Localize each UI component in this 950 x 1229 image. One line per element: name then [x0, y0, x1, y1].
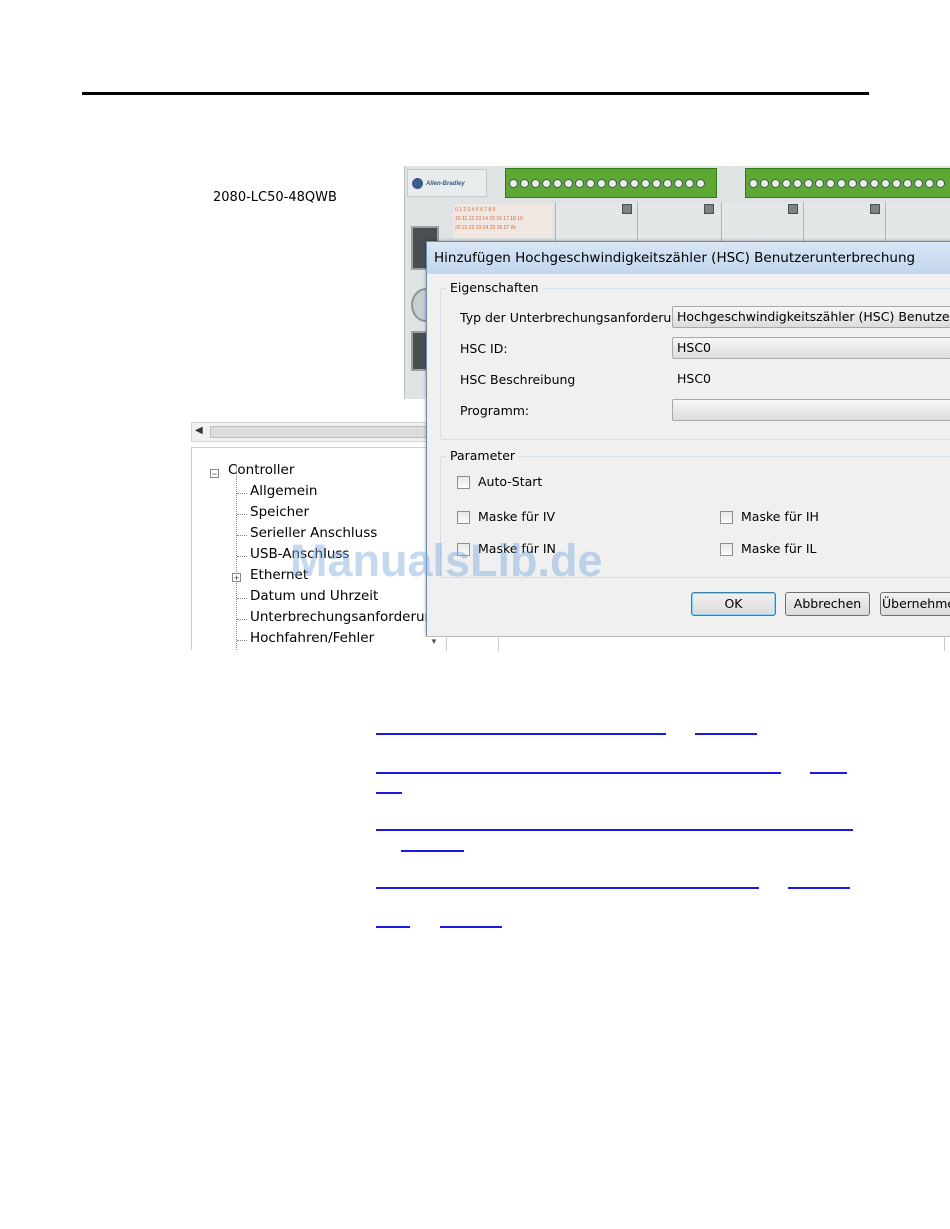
terminal-screw [870, 179, 879, 188]
page-top-rule [82, 92, 869, 95]
parameters-group-title: Parameter [447, 448, 519, 463]
terminal-screw [760, 179, 769, 188]
terminal-screw [575, 179, 584, 188]
hw-slot [885, 202, 950, 242]
mask-il-label: Maske für IL [741, 541, 817, 556]
auto-start-checkbox[interactable] [457, 476, 470, 489]
terminal-block-2 [745, 168, 950, 198]
tree-item-controller[interactable]: Controller [228, 462, 294, 482]
hsc-description-field[interactable]: HSC0 [672, 368, 950, 390]
link-underline[interactable] [401, 850, 464, 852]
link-underline[interactable] [376, 772, 781, 774]
allen-bradley-logo: Allen-Bradley [407, 169, 487, 197]
link-underline[interactable] [376, 887, 759, 889]
ok-button[interactable]: OK [691, 592, 776, 616]
terminal-screw [520, 179, 529, 188]
terminal-screw [619, 179, 628, 188]
auto-start-checkbox-row[interactable]: Auto-Start [457, 474, 542, 490]
terminal-screw [782, 179, 791, 188]
tree-item-unterbrechungsanforderung[interactable]: Unterbrechungsanforderung [250, 609, 430, 629]
terminal-screw [771, 179, 780, 188]
tree-item-datum-und-uhrzeit[interactable]: Datum und Uhrzeit [250, 588, 378, 608]
controller-model-label: 2080-LC50-48QWB [213, 190, 337, 205]
terminal-screw [892, 179, 901, 188]
link-underline[interactable] [376, 792, 402, 794]
terminal-screw [815, 179, 824, 188]
link-underline[interactable] [376, 733, 666, 735]
terminal-screw [804, 179, 813, 188]
terminal-screw [641, 179, 650, 188]
terminal-screw [881, 179, 890, 188]
terminal-screw [848, 179, 857, 188]
horizontal-scrollbar[interactable]: ◀ [191, 422, 430, 442]
terminal-screw [597, 179, 606, 188]
terminal-screw [903, 179, 912, 188]
terminal-screw [542, 179, 551, 188]
terminal-screw [531, 179, 540, 188]
terminal-screw [674, 179, 683, 188]
mask-iv-label: Maske für IV [478, 509, 556, 524]
scrollbar-thumb[interactable] [210, 426, 430, 438]
hsc-description-label: HSC Beschreibung [460, 372, 576, 387]
cancel-button[interactable]: Abbrechen [785, 592, 870, 616]
tree-item-speicher[interactable]: Speicher [250, 504, 309, 524]
terminal-screw [564, 179, 573, 188]
dialog-title: Hinzufügen Hochgeschwindigkeitszähler (H… [427, 242, 950, 274]
terminal-screw [936, 179, 945, 188]
hsc-id-label: HSC ID: [460, 341, 508, 356]
collapse-icon[interactable]: − [210, 469, 219, 479]
expand-icon[interactable]: + [232, 573, 241, 583]
mask-iv-checkbox-row[interactable]: Maske für IV [457, 509, 555, 525]
hw-slot [555, 202, 638, 242]
terminal-screw [826, 179, 835, 188]
terminal-screw [696, 179, 705, 188]
interrupt-type-label: Typ der Unterbrechungsanforderung [460, 310, 688, 325]
link-underline[interactable] [440, 926, 502, 928]
mask-ih-checkbox[interactable] [720, 511, 733, 524]
background-grid-strip: ▼ [426, 636, 950, 651]
link-underline[interactable] [376, 829, 853, 831]
terminal-screw [663, 179, 672, 188]
program-select[interactable] [672, 399, 950, 421]
link-underline[interactable] [788, 887, 850, 889]
link-underline[interactable] [376, 926, 410, 928]
mask-il-checkbox-row[interactable]: Maske für IL [720, 541, 817, 557]
properties-group-title: Eigenschaften [447, 280, 542, 295]
terminal-block-1 [505, 168, 717, 198]
scroll-left-icon[interactable]: ◀ [195, 425, 203, 436]
terminal-screw [608, 179, 617, 188]
mask-iv-checkbox[interactable] [457, 511, 470, 524]
interrupt-type-select[interactable]: Hochgeschwindigkeitszähler (HSC) Benutze… [672, 306, 950, 328]
terminal-screw [914, 179, 923, 188]
terminal-screw [509, 179, 518, 188]
terminal-screw [553, 179, 562, 188]
program-label: Programm: [460, 403, 530, 418]
link-underline[interactable] [810, 772, 847, 774]
terminal-screw [586, 179, 595, 188]
apply-button[interactable]: Übernehmen [880, 592, 950, 616]
auto-start-label: Auto-Start [478, 474, 543, 489]
terminal-screw [685, 179, 694, 188]
mask-ih-checkbox-row[interactable]: Maske für IH [720, 509, 819, 525]
tree-item-hochfahren-fehler[interactable]: Hochfahren/Fehler [250, 630, 374, 650]
terminal-screw [837, 179, 846, 188]
hw-slot [803, 202, 886, 242]
terminal-screw [859, 179, 868, 188]
terminal-screw [925, 179, 934, 188]
hsc-id-select[interactable]: HSC0 [672, 337, 950, 359]
terminal-screw [793, 179, 802, 188]
terminal-screw [749, 179, 758, 188]
tree-item-allgemein[interactable]: Allgemein [250, 483, 317, 503]
hw-slot [637, 202, 720, 242]
hw-slot [721, 202, 804, 242]
mask-ih-label: Maske für IH [741, 509, 819, 524]
link-underline[interactable] [695, 733, 757, 735]
mask-il-checkbox[interactable] [720, 543, 733, 556]
terminal-screw [630, 179, 639, 188]
scroll-down-icon[interactable]: ▼ [430, 637, 438, 646]
terminal-screw [652, 179, 661, 188]
watermark: ManualsLib.de [290, 535, 603, 586]
io-led-panel: 0 1 2 3 4 5 6 7 8 9 10 11 12 13 14 15 16… [453, 204, 553, 238]
